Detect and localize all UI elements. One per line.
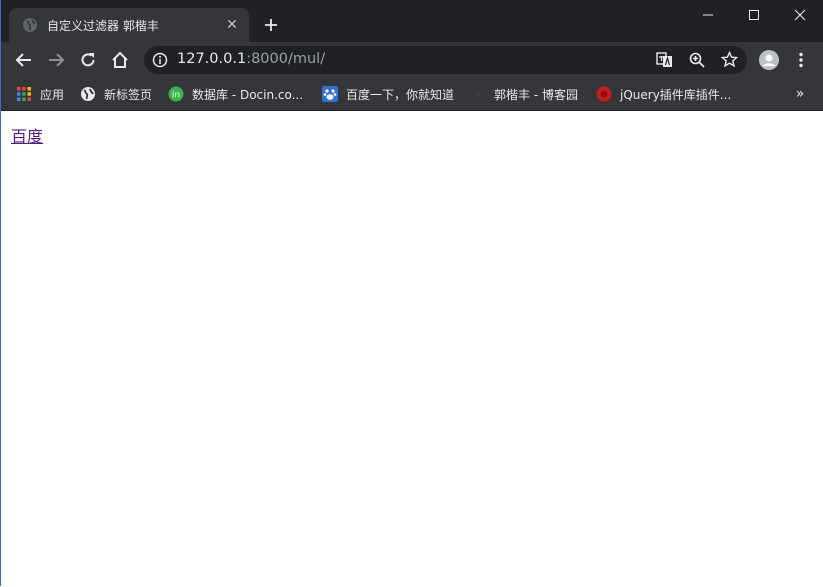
arrow-right-icon — [49, 53, 65, 67]
close-icon — [794, 9, 806, 21]
docin-icon: in — [168, 86, 184, 102]
tab-title: 自定义过滤器 郭楷丰 — [47, 18, 159, 33]
browser-window: 自定义过滤器 郭楷丰 ✕ 127.0.0.1:8000/mul/ 应用 新标签页… — [0, 0, 823, 587]
address-bar[interactable]: 127.0.0.1:8000/mul/ — [144, 46, 747, 74]
bookmark-label: jQuery插件库插件... — [620, 87, 732, 102]
plus-icon — [265, 19, 277, 31]
baidu-paw-icon — [322, 86, 338, 102]
close-window-button[interactable] — [777, 0, 823, 30]
maximize-button[interactable] — [731, 0, 777, 30]
baidu-link[interactable]: 百度 — [11, 123, 43, 147]
svg-text:in: in — [172, 91, 180, 101]
tab-close-icon[interactable]: ✕ — [223, 16, 241, 34]
minimize-button[interactable] — [685, 0, 731, 30]
globe-icon — [80, 86, 96, 102]
reload-icon — [81, 53, 95, 67]
zoom-icon[interactable] — [689, 52, 705, 72]
bookmark-cnblogs[interactable]: 郭楷丰 - 博客园 — [470, 84, 578, 104]
bookmark-label: 百度一下，你就知道 — [346, 87, 455, 102]
star-icon[interactable] — [720, 50, 739, 72]
bookmark-apps[interactable]: 应用 — [16, 84, 64, 104]
url-text: 127.0.0.1:8000/mul/ — [177, 51, 325, 67]
bookmark-label: 数据库 - Docin.co... — [192, 87, 304, 102]
back-button[interactable] — [10, 46, 38, 74]
reload-button[interactable] — [74, 46, 102, 74]
profile-button[interactable] — [755, 46, 783, 74]
bookmark-label: 新标签页 — [104, 87, 153, 102]
url-host: 127.0.0.1 — [177, 51, 247, 67]
avatar-icon — [759, 50, 779, 70]
cnblogs-icon — [470, 86, 486, 102]
bookmark-jquery[interactable]: jQuery插件库插件... — [596, 84, 731, 104]
maximize-icon — [749, 10, 759, 20]
menu-button[interactable] — [787, 46, 815, 74]
jquery-icon — [596, 86, 612, 102]
home-icon — [112, 51, 128, 68]
bookmark-new-tab[interactable]: 新标签页 — [80, 84, 152, 104]
bookmark-baidu[interactable]: 百度一下，你就知道 — [322, 84, 454, 104]
bookmark-docin[interactable]: in 数据库 - Docin.co... — [168, 84, 303, 104]
info-icon[interactable] — [152, 52, 168, 72]
minimize-icon — [703, 14, 713, 16]
url-path: :8000/mul/ — [246, 51, 326, 67]
bookmarks-overflow-icon[interactable]: » — [791, 84, 809, 104]
bookmark-label: 应用 — [40, 87, 65, 102]
new-tab-button[interactable] — [259, 13, 283, 37]
apps-grid-icon — [16, 86, 32, 102]
toolbar: 127.0.0.1:8000/mul/ — [1, 42, 823, 78]
translate-icon[interactable] — [656, 52, 673, 72]
kebab-menu-icon — [799, 52, 803, 68]
page-content: 百度 — [1, 111, 823, 587]
tab-active[interactable]: 自定义过滤器 郭楷丰 ✕ — [9, 8, 249, 42]
bookmark-label: 郭楷丰 - 博客园 — [494, 87, 578, 102]
bookmarks-bar: 应用 新标签页 in 数据库 - Docin.co... 百度一下，你就知道 郭… — [1, 78, 823, 111]
tab-strip: 自定义过滤器 郭楷丰 ✕ — [1, 0, 823, 42]
home-button[interactable] — [106, 46, 134, 74]
forward-button[interactable] — [42, 46, 70, 74]
globe-favicon-icon — [22, 17, 38, 33]
arrow-left-icon — [15, 53, 31, 67]
